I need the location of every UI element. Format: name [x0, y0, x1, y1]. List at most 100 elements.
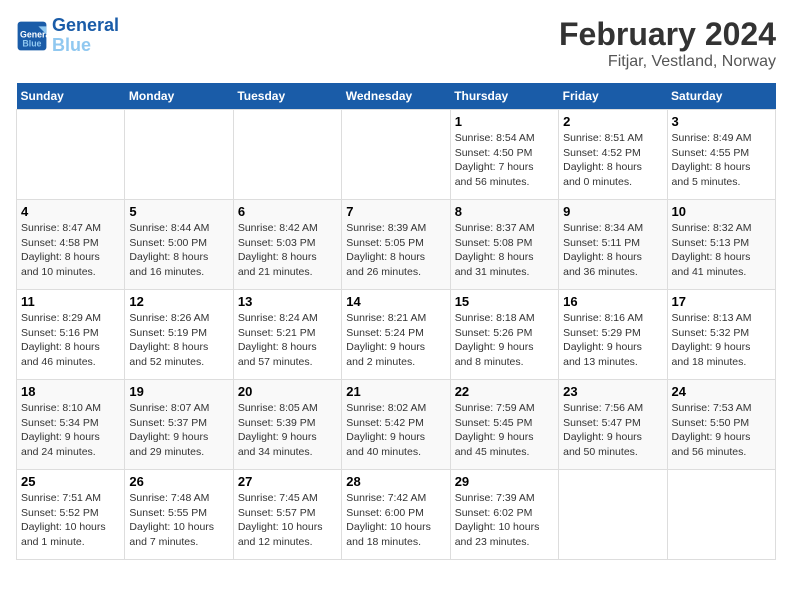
calendar-cell: 29Sunrise: 7:39 AM Sunset: 6:02 PM Dayli…	[450, 470, 558, 560]
calendar-cell: 15 Sunrise: 8:18 AM Sunset: 5:26 PM Dayli…	[450, 290, 558, 380]
calendar-table: SundayMondayTuesdayWednesdayThursdayFrid…	[16, 83, 776, 560]
day-info: Sunrise: 8:24 AM Sunset: 5:21 PM Dayligh…	[238, 311, 337, 370]
day-number: 22	[455, 384, 554, 399]
day-number: 19	[129, 384, 228, 399]
calendar-cell: 13 Sunrise: 8:24 AM Sunset: 5:21 PM Dayli…	[233, 290, 341, 380]
calendar-cell: 18 Sunrise: 8:10 AM Sunset: 5:34 PM Dayli…	[17, 380, 125, 470]
calendar-cell: 22 Sunrise: 7:59 AM Sunset: 5:45 PM Dayli…	[450, 380, 558, 470]
subtitle: Fitjar, Vestland, Norway	[559, 53, 776, 71]
calendar-cell: 4Sunrise: 8:47 AM Sunset: 4:58 PM Daylig…	[17, 200, 125, 290]
logo: General Blue General Blue	[16, 16, 119, 56]
day-info: Sunrise: 8:18 AM Sunset: 5:26 PM Dayligh…	[455, 311, 554, 370]
day-number: 9	[563, 204, 662, 219]
calendar-cell: 2 Sunrise: 8:51 AM Sunset: 4:52 PM Daylig…	[559, 110, 667, 200]
day-info: Sunrise: 8:44 AM Sunset: 5:00 PM Dayligh…	[129, 221, 228, 280]
page-header: General Blue General Blue February 2024 …	[16, 16, 776, 71]
week-row-5: 25 Sunrise: 7:51 AM Sunset: 5:52 PM Dayli…	[17, 470, 776, 560]
calendar-cell	[667, 470, 775, 560]
calendar-cell: 17Sunrise: 8:13 AM Sunset: 5:32 PM Dayli…	[667, 290, 775, 380]
svg-text:Blue: Blue	[22, 38, 41, 48]
day-info: Sunrise: 8:29 AM Sunset: 5:16 PM Dayligh…	[21, 311, 120, 370]
day-number: 18	[21, 384, 120, 399]
logo-text-line2: Blue	[52, 36, 119, 56]
day-number: 11	[21, 294, 120, 309]
day-number: 7	[346, 204, 445, 219]
calendar-cell: 10Sunrise: 8:32 AM Sunset: 5:13 PM Dayli…	[667, 200, 775, 290]
main-title: February 2024	[559, 16, 776, 53]
logo-text-line1: General	[52, 16, 119, 36]
week-row-2: 4Sunrise: 8:47 AM Sunset: 4:58 PM Daylig…	[17, 200, 776, 290]
day-number: 24	[672, 384, 771, 399]
day-header-wednesday: Wednesday	[342, 83, 450, 110]
day-info: Sunrise: 8:39 AM Sunset: 5:05 PM Dayligh…	[346, 221, 445, 280]
calendar-cell: 8 Sunrise: 8:37 AM Sunset: 5:08 PM Daylig…	[450, 200, 558, 290]
day-info: Sunrise: 8:05 AM Sunset: 5:39 PM Dayligh…	[238, 401, 337, 460]
day-number: 1	[455, 114, 554, 129]
calendar-cell: 16 Sunrise: 8:16 AM Sunset: 5:29 PM Dayli…	[559, 290, 667, 380]
day-number: 28	[346, 474, 445, 489]
day-number: 4	[21, 204, 120, 219]
calendar-cell	[17, 110, 125, 200]
calendar-cell: 21 Sunrise: 8:02 AM Sunset: 5:42 PM Dayli…	[342, 380, 450, 470]
day-info: Sunrise: 8:37 AM Sunset: 5:08 PM Dayligh…	[455, 221, 554, 280]
calendar-cell	[342, 110, 450, 200]
day-info: Sunrise: 7:51 AM Sunset: 5:52 PM Dayligh…	[21, 491, 120, 550]
day-number: 8	[455, 204, 554, 219]
day-info: Sunrise: 8:54 AM Sunset: 4:50 PM Dayligh…	[455, 131, 554, 190]
day-number: 26	[129, 474, 228, 489]
calendar-cell: 28 Sunrise: 7:42 AM Sunset: 6:00 PM Dayli…	[342, 470, 450, 560]
calendar-cell: 25 Sunrise: 7:51 AM Sunset: 5:52 PM Dayli…	[17, 470, 125, 560]
day-info: Sunrise: 7:59 AM Sunset: 5:45 PM Dayligh…	[455, 401, 554, 460]
day-info: Sunrise: 8:42 AM Sunset: 5:03 PM Dayligh…	[238, 221, 337, 280]
day-number: 15	[455, 294, 554, 309]
days-header-row: SundayMondayTuesdayWednesdayThursdayFrid…	[17, 83, 776, 110]
day-info: Sunrise: 8:02 AM Sunset: 5:42 PM Dayligh…	[346, 401, 445, 460]
day-number: 10	[672, 204, 771, 219]
day-info: Sunrise: 8:07 AM Sunset: 5:37 PM Dayligh…	[129, 401, 228, 460]
day-info: Sunrise: 8:51 AM Sunset: 4:52 PM Dayligh…	[563, 131, 662, 190]
calendar-cell: 20 Sunrise: 8:05 AM Sunset: 5:39 PM Dayli…	[233, 380, 341, 470]
day-number: 27	[238, 474, 337, 489]
calendar-cell	[233, 110, 341, 200]
day-header-sunday: Sunday	[17, 83, 125, 110]
calendar-cell: 7 Sunrise: 8:39 AM Sunset: 5:05 PM Daylig…	[342, 200, 450, 290]
day-number: 16	[563, 294, 662, 309]
day-number: 5	[129, 204, 228, 219]
calendar-cell: 23 Sunrise: 7:56 AM Sunset: 5:47 PM Dayli…	[559, 380, 667, 470]
day-info: Sunrise: 7:39 AM Sunset: 6:02 PM Dayligh…	[455, 491, 554, 550]
day-info: Sunrise: 7:56 AM Sunset: 5:47 PM Dayligh…	[563, 401, 662, 460]
day-header-thursday: Thursday	[450, 83, 558, 110]
logo-icon: General Blue	[16, 20, 48, 52]
day-info: Sunrise: 7:45 AM Sunset: 5:57 PM Dayligh…	[238, 491, 337, 550]
day-number: 13	[238, 294, 337, 309]
calendar-cell	[125, 110, 233, 200]
day-info: Sunrise: 8:16 AM Sunset: 5:29 PM Dayligh…	[563, 311, 662, 370]
calendar-cell: 24 Sunrise: 7:53 AM Sunset: 5:50 PM Dayli…	[667, 380, 775, 470]
calendar-cell	[559, 470, 667, 560]
day-number: 2	[563, 114, 662, 129]
calendar-cell: 1 Sunrise: 8:54 AM Sunset: 4:50 PM Daylig…	[450, 110, 558, 200]
day-info: Sunrise: 7:53 AM Sunset: 5:50 PM Dayligh…	[672, 401, 771, 460]
calendar-cell: 6Sunrise: 8:42 AM Sunset: 5:03 PM Daylig…	[233, 200, 341, 290]
week-row-1: 1 Sunrise: 8:54 AM Sunset: 4:50 PM Daylig…	[17, 110, 776, 200]
day-number: 23	[563, 384, 662, 399]
day-header-tuesday: Tuesday	[233, 83, 341, 110]
calendar-cell: 5 Sunrise: 8:44 AM Sunset: 5:00 PM Daylig…	[125, 200, 233, 290]
day-info: Sunrise: 7:42 AM Sunset: 6:00 PM Dayligh…	[346, 491, 445, 550]
calendar-cell: 12 Sunrise: 8:26 AM Sunset: 5:19 PM Dayli…	[125, 290, 233, 380]
day-header-saturday: Saturday	[667, 83, 775, 110]
day-info: Sunrise: 8:34 AM Sunset: 5:11 PM Dayligh…	[563, 221, 662, 280]
day-number: 25	[21, 474, 120, 489]
calendar-cell: 19 Sunrise: 8:07 AM Sunset: 5:37 PM Dayli…	[125, 380, 233, 470]
day-number: 12	[129, 294, 228, 309]
day-info: Sunrise: 7:48 AM Sunset: 5:55 PM Dayligh…	[129, 491, 228, 550]
day-number: 21	[346, 384, 445, 399]
week-row-3: 11 Sunrise: 8:29 AM Sunset: 5:16 PM Dayli…	[17, 290, 776, 380]
day-info: Sunrise: 8:10 AM Sunset: 5:34 PM Dayligh…	[21, 401, 120, 460]
day-info: Sunrise: 8:26 AM Sunset: 5:19 PM Dayligh…	[129, 311, 228, 370]
day-number: 14	[346, 294, 445, 309]
calendar-cell: 27 Sunrise: 7:45 AM Sunset: 5:57 PM Dayli…	[233, 470, 341, 560]
day-number: 20	[238, 384, 337, 399]
day-header-friday: Friday	[559, 83, 667, 110]
week-row-4: 18 Sunrise: 8:10 AM Sunset: 5:34 PM Dayli…	[17, 380, 776, 470]
